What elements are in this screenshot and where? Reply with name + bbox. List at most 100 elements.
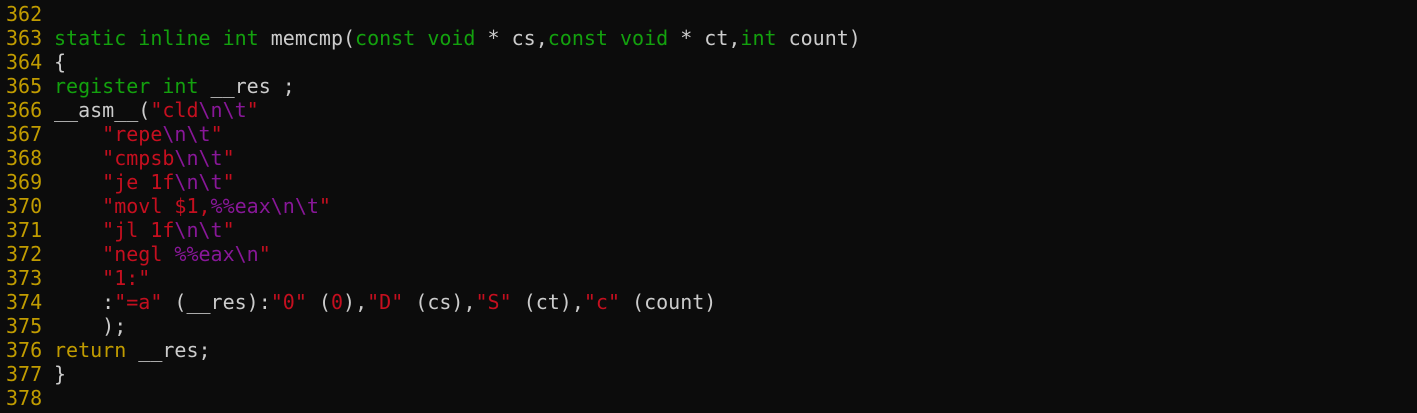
code-line[interactable]: 373 "1:" [0,266,1417,290]
code-token: \n\t [162,122,211,146]
code-token: inline [138,26,211,50]
code-line[interactable]: 371 "jl 1f\n\t" [0,218,1417,242]
code-token: "0" [270,290,307,314]
code-token: int [740,26,777,50]
code-text: __asm__("cld\n\t" [50,98,259,122]
line-number: 368 [6,146,43,170]
code-text: "negl %%eax\n" [50,242,271,266]
code-token: int [162,74,199,98]
code-token: } [54,362,67,386]
code-token: " [246,98,259,122]
code-token: void [620,26,669,50]
code-token: "negl [102,242,175,266]
code-token: { [54,50,67,74]
code-token: register [54,74,151,98]
code-token: __res; [126,338,211,362]
line-number: 375 [6,314,43,338]
code-line[interactable]: 376 return __res; [0,338,1417,362]
code-text: "cmpsb\n\t" [50,146,235,170]
code-line[interactable]: 370 "movl $1,%%eax\n\t" [0,194,1417,218]
code-token: " [210,122,223,146]
line-number: 372 [6,242,43,266]
code-line[interactable]: 375 ); [0,314,1417,338]
code-line[interactable]: 369 "je 1f\n\t" [0,170,1417,194]
code-token: " [318,194,331,218]
line-number: 367 [6,122,43,146]
line-number: 363 [6,26,43,50]
code-text: } [50,362,66,386]
code-line[interactable]: 362 [0,2,1417,26]
code-token: %%eax\n\t [210,194,319,218]
code-line[interactable]: 363 static inline int memcmp(const void *… [0,26,1417,50]
code-line[interactable]: 364 { [0,50,1417,74]
code-text: static inline int memcmp(const void * cs… [50,26,861,50]
code-token: "repe [102,122,163,146]
line-number: 369 [6,170,43,194]
code-text: "movl $1,%%eax\n\t" [50,194,331,218]
code-token: " [222,146,235,170]
code-token: ( [306,290,331,314]
code-line[interactable]: 367 "repe\n\t" [0,122,1417,146]
code-token: \n\t [174,146,223,170]
code-token: static [54,26,127,50]
line-number: 371 [6,218,43,242]
code-text: "jl 1f\n\t" [50,218,235,242]
line-number: 366 [6,98,43,122]
code-token: (ct), [511,290,584,314]
code-token: "c" [583,290,620,314]
code-line[interactable]: 374 :"=a" (__res):"0" (0),"D" (cs),"S" (… [0,290,1417,314]
code-token: const [355,26,416,50]
code-token: "movl $1, [102,194,211,218]
code-token: (count) [620,290,717,314]
code-text: return __res; [50,338,211,362]
code-token: \n\t [174,218,223,242]
line-number: 377 [6,362,43,386]
code-editor[interactable]: 362 363 static inline int memcmp(const voi… [0,2,1417,410]
code-text: ); [50,314,126,338]
code-token: "1:" [102,266,151,290]
code-token: \n\t [198,98,247,122]
code-token: "cmpsb [102,146,175,170]
code-token: " [258,242,271,266]
code-line[interactable]: 368 "cmpsb\n\t" [0,146,1417,170]
code-token: " [222,170,235,194]
code-token: const [547,26,608,50]
code-line[interactable]: 365 register int __res ; [0,74,1417,98]
code-token: count) [776,26,861,50]
code-text: register int __res ; [50,74,295,98]
code-token: (__res): [162,290,271,314]
line-number: 376 [6,338,43,362]
code-text: :"=a" (__res):"0" (0),"D" (cs),"S" (ct),… [50,290,716,314]
code-token: \n\t [174,170,223,194]
code-token: (cs), [403,290,476,314]
line-number: 364 [6,50,43,74]
code-text: { [50,50,66,74]
code-token: "je 1f [102,170,175,194]
code-token: int [222,26,259,50]
line-number: 373 [6,266,43,290]
line-number: 378 [6,386,43,410]
line-number: 374 [6,290,43,314]
code-token: "S" [475,290,512,314]
code-token: " [222,218,235,242]
code-line[interactable]: 366 __asm__("cld\n\t" [0,98,1417,122]
code-line[interactable]: 377} [0,362,1417,386]
code-token: return [54,338,127,362]
code-line[interactable]: 372 "negl %%eax\n" [0,242,1417,266]
code-token: "D" [367,290,404,314]
code-token: ), [343,290,368,314]
code-line[interactable]: 378 [0,386,1417,410]
line-number: 370 [6,194,43,218]
line-number: 365 [6,74,43,98]
code-token: : [54,290,115,314]
code-token: "cld [150,98,199,122]
code-token: * cs, [475,26,548,50]
